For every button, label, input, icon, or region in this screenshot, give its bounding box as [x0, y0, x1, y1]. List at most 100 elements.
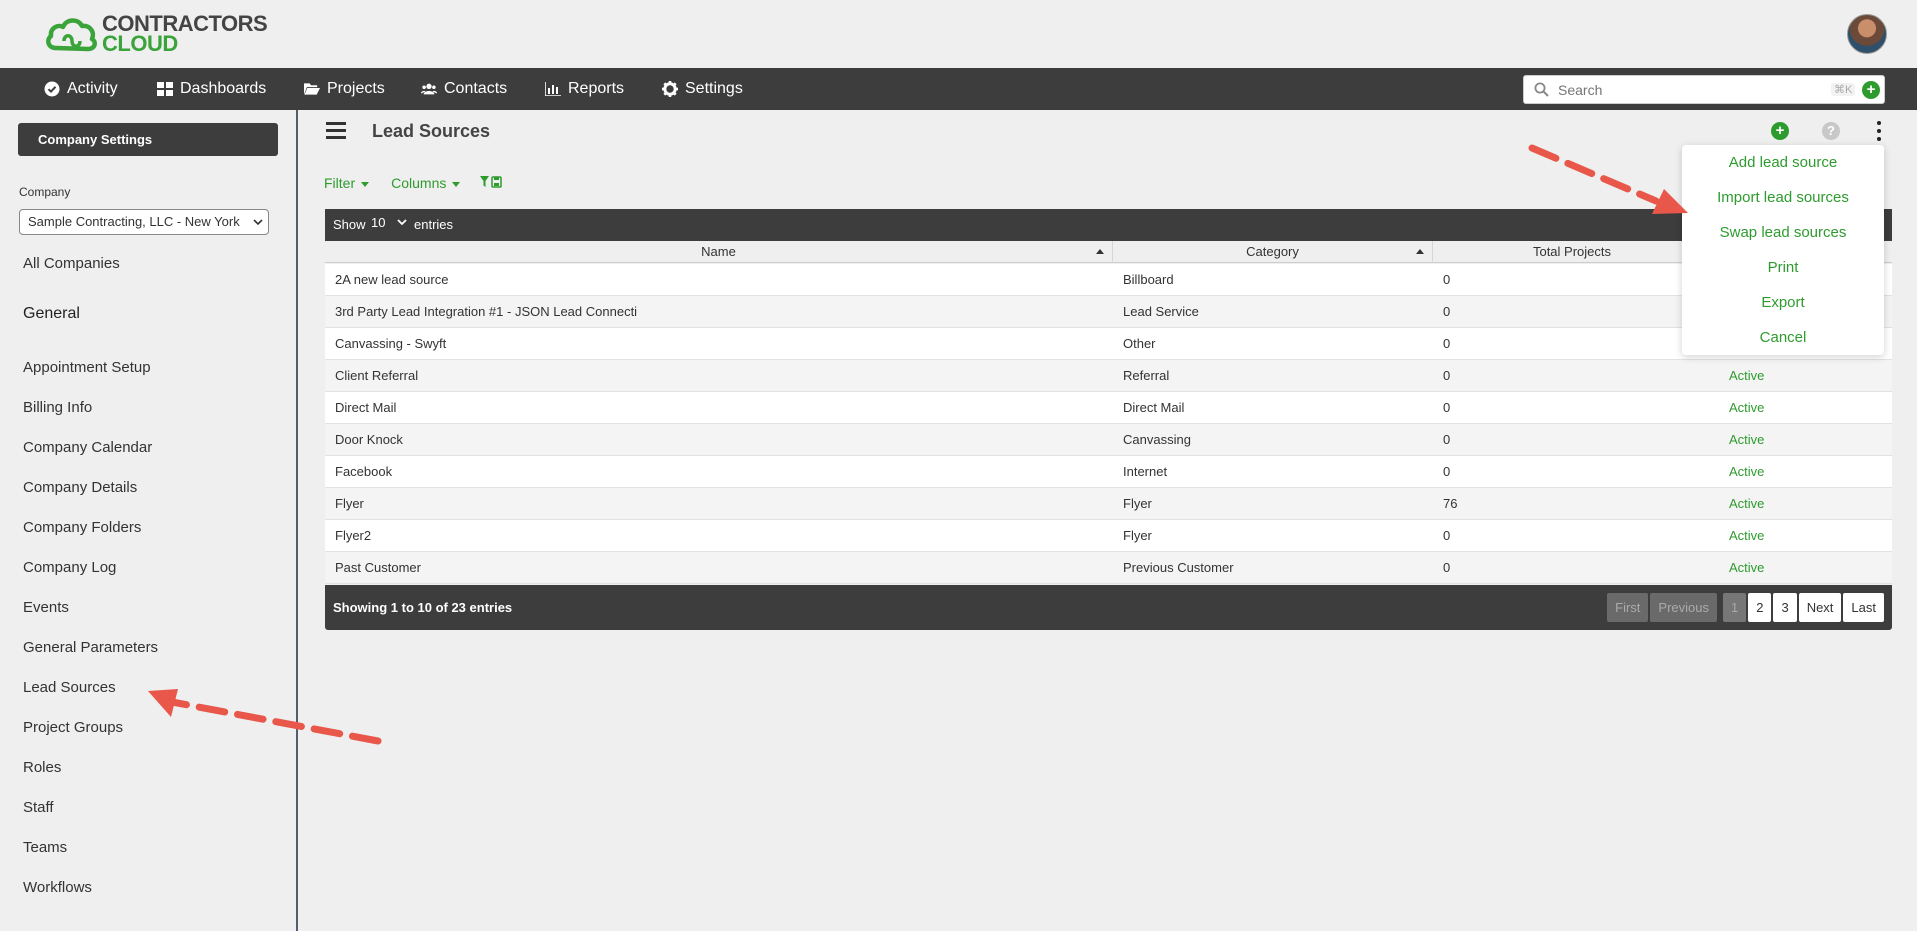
table-row[interactable]: Client Referral Referral 0 Active — [325, 360, 1892, 392]
add-lead-source-icon[interactable]: + — [1771, 122, 1789, 140]
help-icon[interactable]: ? — [1822, 122, 1840, 140]
table-row[interactable]: Direct Mail Direct Mail 0 Active — [325, 392, 1892, 424]
sidebar-item-appointment-setup[interactable]: Appointment Setup — [23, 359, 151, 376]
cell-category: Flyer — [1123, 528, 1152, 543]
first-page-button[interactable]: First — [1607, 593, 1649, 622]
menu-item-cancel[interactable]: Cancel — [1682, 329, 1884, 346]
cloud-logo-icon — [46, 18, 97, 52]
pagination: First Previous 1 2 3 Next Last — [1605, 593, 1884, 622]
cell-category: Lead Service — [1123, 304, 1199, 319]
table-row[interactable]: Door Knock Canvassing 0 Active — [325, 424, 1892, 456]
table-row[interactable]: Past Customer Previous Customer 0 Active — [325, 552, 1892, 584]
table-row[interactable]: Flyer Flyer 76 Active — [325, 488, 1892, 520]
cell-category: Billboard — [1123, 272, 1174, 287]
company-settings-button[interactable]: Company Settings — [18, 123, 278, 156]
sidebar-item-company-details[interactable]: Company Details — [23, 479, 137, 496]
cell-name: Canvassing - Swyft — [335, 336, 447, 351]
sidebar-item-staff[interactable]: Staff — [23, 799, 54, 816]
nav-reports[interactable]: Reports — [545, 68, 624, 110]
cell-status: Active — [1729, 528, 1765, 543]
nav-settings[interactable]: Settings — [662, 68, 743, 110]
nav-dashboards[interactable]: Dashboards — [157, 68, 266, 110]
cell-status: Active — [1729, 560, 1765, 575]
table-row[interactable]: Flyer2 Flyer 0 Active — [325, 520, 1892, 552]
page-1-button[interactable]: 1 — [1722, 593, 1747, 622]
next-page-button[interactable]: Next — [1798, 593, 1842, 622]
columns-dropdown[interactable]: Columns — [391, 175, 461, 191]
sidebar-item-project-groups[interactable]: Project Groups — [23, 719, 123, 736]
sidebar-item-billing-info[interactable]: Billing Info — [23, 399, 92, 416]
cell-total: 0 — [1443, 528, 1451, 543]
nav-label: Settings — [685, 80, 743, 97]
sidebar-item-general-parameters[interactable]: General Parameters — [23, 639, 158, 656]
cell-name: Client Referral — [335, 368, 419, 383]
sidebar-item-events[interactable]: Events — [23, 599, 69, 616]
cell-status: Active — [1729, 368, 1765, 383]
page-3-button[interactable]: 3 — [1773, 593, 1797, 622]
cell-total: 0 — [1443, 432, 1451, 447]
cell-category: Previous Customer — [1123, 560, 1234, 575]
last-page-button[interactable]: Last — [1843, 593, 1884, 622]
cell-total: 76 — [1443, 496, 1458, 511]
column-header-category[interactable]: Category — [1113, 241, 1433, 263]
quick-add-button[interactable]: + — [1862, 81, 1880, 99]
cell-category: Referral — [1123, 368, 1170, 383]
page-2-button[interactable]: 2 — [1748, 593, 1772, 622]
page-size-select[interactable]: 10 — [371, 215, 407, 230]
menu-toggle-icon[interactable] — [326, 122, 346, 140]
column-header-total-projects[interactable]: Total Projects — [1433, 241, 1712, 263]
sidebar-item-teams[interactable]: Teams — [23, 839, 67, 856]
save-filter-icon[interactable] — [480, 175, 504, 191]
nav-label: Activity — [67, 80, 118, 97]
sidebar-item-company-folders[interactable]: Company Folders — [23, 519, 141, 536]
cell-total: 0 — [1443, 336, 1451, 351]
contractors-cloud-logo[interactable]: CONTRACTORS CLOUD — [44, 13, 268, 56]
menu-item-swap-lead-sources[interactable]: Swap lead sources — [1682, 224, 1884, 241]
table-row[interactable]: Canvassing - Swyft Other 0 — [325, 328, 1892, 360]
previous-page-button[interactable]: Previous — [1650, 593, 1717, 622]
top-header: CONTRACTORS CLOUD — [0, 0, 1917, 68]
page-size-value: 10 — [371, 215, 386, 230]
sidebar-item-roles[interactable]: Roles — [23, 759, 61, 776]
table-row[interactable]: Facebook Internet 0 Active — [325, 456, 1892, 488]
sort-asc-icon — [1416, 249, 1424, 254]
table-row[interactable]: 3rd Party Lead Integration #1 - JSON Lea… — [325, 296, 1892, 328]
global-search: ⌘K + — [1523, 75, 1885, 104]
menu-item-print[interactable]: Print — [1682, 259, 1884, 276]
columns-label: Columns — [391, 175, 447, 191]
grid-icon — [157, 81, 173, 97]
column-header-label: Category — [1246, 244, 1299, 259]
search-input[interactable] — [1558, 80, 1808, 100]
logo-line-2: CLOUD — [102, 31, 178, 56]
cell-status: Active — [1729, 496, 1765, 511]
table-controls: Filter Columns — [324, 175, 504, 191]
nav-label: Dashboards — [180, 80, 267, 97]
check-circle-icon — [44, 81, 60, 97]
company-select[interactable]: Sample Contracting, LLC - New York — [19, 209, 269, 235]
all-companies-link[interactable]: All Companies — [23, 255, 120, 272]
sidebar-item-lead-sources[interactable]: Lead Sources — [23, 679, 116, 696]
cell-name: Door Knock — [335, 432, 403, 447]
cell-category: Other — [1123, 336, 1156, 351]
cell-total: 0 — [1443, 464, 1451, 479]
menu-item-add-lead-source[interactable]: Add lead source — [1682, 154, 1884, 171]
folder-open-icon — [304, 81, 320, 97]
filter-dropdown[interactable]: Filter — [324, 175, 370, 191]
more-options-icon[interactable] — [1875, 121, 1883, 141]
nav-projects[interactable]: Projects — [304, 68, 385, 110]
sidebar-item-workflows[interactable]: Workflows — [23, 879, 92, 896]
nav-activity[interactable]: Activity — [44, 68, 118, 110]
nav-contacts[interactable]: Contacts — [421, 68, 507, 110]
menu-item-import-lead-sources[interactable]: Import lead sources — [1682, 189, 1884, 206]
table-row[interactable]: 2A new lead source Billboard 0 — [325, 264, 1892, 296]
user-avatar[interactable] — [1847, 14, 1887, 54]
cell-status: Active — [1729, 400, 1765, 415]
pagination-info: Showing 1 to 10 of 23 entries — [333, 600, 513, 615]
sidebar-item-company-log[interactable]: Company Log — [23, 559, 116, 576]
sidebar-item-company-calendar[interactable]: Company Calendar — [23, 439, 152, 456]
chevron-down-icon — [397, 219, 407, 226]
column-header-name[interactable]: Name — [325, 241, 1113, 263]
cell-total: 0 — [1443, 272, 1451, 287]
menu-item-export[interactable]: Export — [1682, 294, 1884, 311]
nav-label: Contacts — [444, 80, 508, 97]
